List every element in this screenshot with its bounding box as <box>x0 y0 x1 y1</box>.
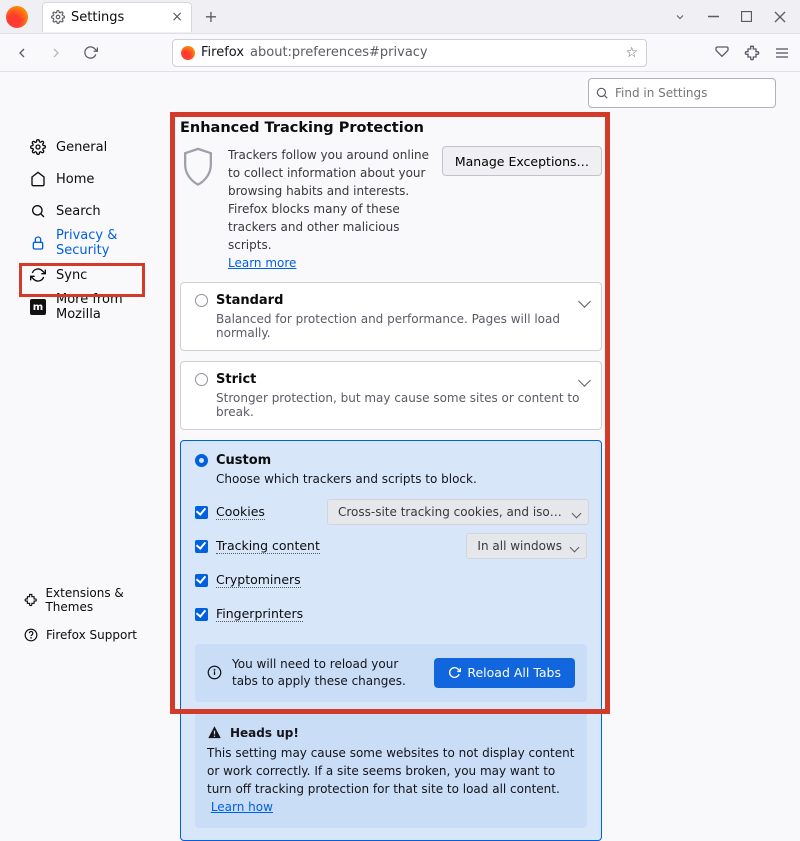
sidebar-support-link[interactable]: Firefox Support <box>22 624 172 646</box>
tab-settings[interactable]: Settings × <box>42 2 192 32</box>
sidebar-item-home[interactable]: Home <box>22 164 172 194</box>
option-title: Custom <box>216 453 271 468</box>
minimize-icon[interactable] <box>708 11 719 22</box>
sync-icon <box>30 267 46 283</box>
option-title: Strict <box>216 372 256 387</box>
sidebar-footer-label: Firefox Support <box>46 628 137 642</box>
sidebar-extensions-link[interactable]: Extensions & Themes <box>22 582 172 618</box>
label-fingerprinters: Fingerprinters <box>216 606 303 622</box>
reload-all-tabs-button[interactable]: Reload All Tabs <box>434 658 575 688</box>
menu-icon[interactable] <box>774 45 790 61</box>
settings-sidebar: General Home Search Privacy & Security S… <box>0 72 180 662</box>
sidebar-item-label: General <box>56 140 107 155</box>
section-title: Enhanced Tracking Protection <box>180 120 602 136</box>
sidebar-item-label: Home <box>56 172 94 187</box>
sidebar-footer-label: Extensions & Themes <box>45 586 170 614</box>
reload-button[interactable] <box>78 41 102 65</box>
maximize-icon[interactable] <box>741 11 752 22</box>
sidebar-item-sync[interactable]: Sync <box>22 260 172 290</box>
sidebar-item-label: More from Mozilla <box>56 292 164 322</box>
dropdown-cookies-value: Cross-site tracking cookies, and isolate… <box>338 505 564 519</box>
reload-icon <box>448 666 461 679</box>
label-cryptominers: Cryptominers <box>216 572 301 588</box>
close-tab-icon[interactable]: × <box>171 9 183 25</box>
gear-icon <box>30 139 46 155</box>
extensions-icon[interactable] <box>744 45 760 61</box>
radio-strict[interactable] <box>195 373 208 386</box>
learn-how-link[interactable]: Learn how <box>211 800 273 814</box>
sidebar-item-search[interactable]: Search <box>22 196 172 226</box>
lock-icon <box>30 235 46 251</box>
bookmark-star-icon[interactable]: ☆ <box>625 45 638 61</box>
option-strict[interactable]: Strict Stronger protection, but may caus… <box>180 361 602 430</box>
puzzle-icon <box>24 593 37 607</box>
info-icon <box>207 665 222 680</box>
sidebar-item-label: Search <box>56 204 101 219</box>
reload-button-label: Reload All Tabs <box>467 665 561 680</box>
gear-icon <box>51 10 65 24</box>
forward-button[interactable] <box>44 41 68 65</box>
home-icon <box>30 171 46 187</box>
chevron-down-icon[interactable] <box>674 11 686 23</box>
headsup-body: This setting may cause some websites to … <box>207 746 574 796</box>
reload-banner: You will need to reload your tabs to app… <box>195 644 587 702</box>
row-cryptominers: Cryptominers <box>195 572 587 588</box>
option-title: Standard <box>216 293 283 308</box>
radio-standard[interactable] <box>195 294 208 307</box>
sidebar-item-label: Privacy & Security <box>56 228 164 258</box>
checkbox-cookies[interactable] <box>195 506 208 519</box>
reload-message: You will need to reload your tabs to app… <box>232 656 424 690</box>
sidebar-item-mozilla[interactable]: m More from Mozilla <box>22 292 172 322</box>
sidebar-item-general[interactable]: General <box>22 132 172 162</box>
close-window-icon[interactable] <box>774 11 786 23</box>
checkbox-tracking[interactable] <box>195 540 208 553</box>
url-bar[interactable]: Firefox about:preferences#privacy ☆ <box>172 39 647 67</box>
row-fingerprinters: Fingerprinters <box>195 606 587 622</box>
dropdown-cookies[interactable]: Cross-site tracking cookies, and isolate… <box>327 499 589 525</box>
label-cookies: Cookies <box>216 504 265 520</box>
manage-exceptions-button[interactable]: Manage Exceptions… <box>442 146 602 176</box>
shield-icon <box>180 146 216 186</box>
learn-more-link[interactable]: Learn more <box>228 256 296 270</box>
etp-description: Trackers follow you around online to col… <box>228 148 429 252</box>
checkbox-cryptominers[interactable] <box>195 574 208 587</box>
dropdown-tracking-value: In all windows <box>477 539 562 553</box>
sidebar-item-privacy[interactable]: Privacy & Security <box>22 228 172 258</box>
checkbox-fingerprinters[interactable] <box>195 608 208 621</box>
row-tracking: Tracking content In all windows <box>195 538 587 554</box>
sidebar-item-label: Sync <box>56 268 87 283</box>
option-desc: Choose which trackers and scripts to blo… <box>216 472 587 486</box>
headsup-title: Heads up! <box>230 724 299 742</box>
headsup-banner: Heads up! This setting may cause some we… <box>195 712 587 828</box>
search-icon <box>30 203 46 219</box>
tab-title: Settings <box>71 10 124 25</box>
save-to-pocket-icon[interactable] <box>714 45 730 61</box>
radio-custom[interactable] <box>195 454 208 467</box>
mozilla-icon: m <box>30 299 46 315</box>
firefox-icon <box>181 46 195 60</box>
url-product: Firefox <box>201 45 244 60</box>
new-tab-button[interactable]: + <box>198 4 224 30</box>
firefox-logo <box>6 6 28 28</box>
option-desc: Balanced for protection and performance.… <box>216 312 587 340</box>
label-tracking: Tracking content <box>216 538 320 554</box>
search-icon <box>595 86 609 100</box>
help-icon <box>24 628 38 642</box>
warning-icon <box>207 725 222 740</box>
url-text: about:preferences#privacy <box>250 45 428 60</box>
option-custom: Custom Choose which trackers and scripts… <box>180 440 602 841</box>
row-cookies: Cookies Cross-site tracking cookies, and… <box>195 504 587 520</box>
dropdown-tracking[interactable]: In all windows <box>466 533 587 559</box>
option-desc: Stronger protection, but may cause some … <box>216 391 587 419</box>
find-in-settings-input[interactable] <box>588 78 776 108</box>
option-standard[interactable]: Standard Balanced for protection and per… <box>180 282 602 351</box>
back-button[interactable] <box>10 41 34 65</box>
